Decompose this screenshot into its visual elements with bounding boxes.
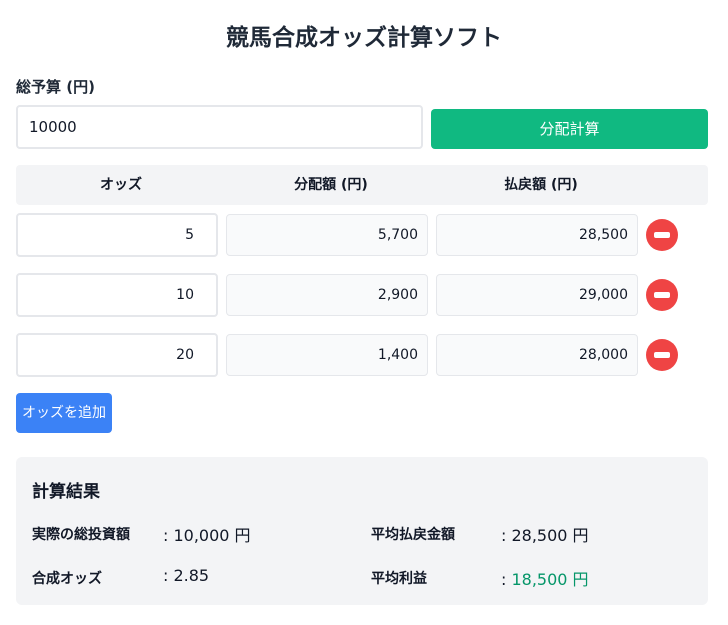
results-title: 計算結果 <box>32 482 100 502</box>
avg-profit-prefix: : <box>501 570 512 589</box>
table-header: オッズ 分配額 (円) 払戻額 (円) <box>16 165 708 205</box>
odds-input[interactable] <box>16 333 218 377</box>
budget-input[interactable] <box>16 105 423 149</box>
budget-label: 総予算 (円) <box>16 78 95 96</box>
table-row: 5,700 28,500 <box>16 213 708 257</box>
total-invest-label: 実際の総投資額 <box>32 527 130 543</box>
total-invest-value: : 10,000 円 <box>163 526 251 545</box>
minus-circle-icon <box>654 292 670 298</box>
avg-payout-value: : 28,500 円 <box>501 526 589 545</box>
table-row: 2,900 29,000 <box>16 273 708 317</box>
remove-row-button[interactable] <box>646 219 678 251</box>
avg-profit-label: 平均利益 <box>371 571 427 587</box>
avg-payout-label: 平均払戻金額 <box>371 527 455 543</box>
avg-profit-value: 18,500 円 <box>511 570 589 589</box>
avg-profit-value-row: : 18,500 円 <box>501 566 589 590</box>
combined-odds-label: 合成オッズ <box>32 571 102 587</box>
payout-cell: 28,500 <box>436 214 638 256</box>
table-row: 1,400 28,000 <box>16 333 708 377</box>
payout-cell: 28,000 <box>436 334 638 376</box>
payout-cell: 29,000 <box>436 274 638 316</box>
remove-row-button[interactable] <box>646 279 678 311</box>
header-payout: 払戻額 (円) <box>504 177 578 193</box>
calculate-button[interactable]: 分配計算 <box>431 109 708 149</box>
minus-circle-icon <box>654 232 670 238</box>
combined-odds-value: : 2.85 <box>163 566 210 585</box>
allocation-cell: 5,700 <box>226 214 428 256</box>
odds-input[interactable] <box>16 213 218 257</box>
page-title: 競馬合成オッズ計算ソフト <box>226 25 502 51</box>
header-allocation: 分配額 (円) <box>294 177 368 193</box>
results-panel: 計算結果 実際の総投資額 : 10,000 円 平均払戻金額 : 28,500 … <box>16 457 708 605</box>
allocation-cell: 1,400 <box>226 334 428 376</box>
remove-row-button[interactable] <box>646 339 678 371</box>
header-odds: オッズ <box>100 177 142 193</box>
minus-circle-icon <box>654 352 670 358</box>
odds-input[interactable] <box>16 273 218 317</box>
add-odds-button[interactable]: オッズを追加 <box>16 393 112 433</box>
allocation-cell: 2,900 <box>226 274 428 316</box>
